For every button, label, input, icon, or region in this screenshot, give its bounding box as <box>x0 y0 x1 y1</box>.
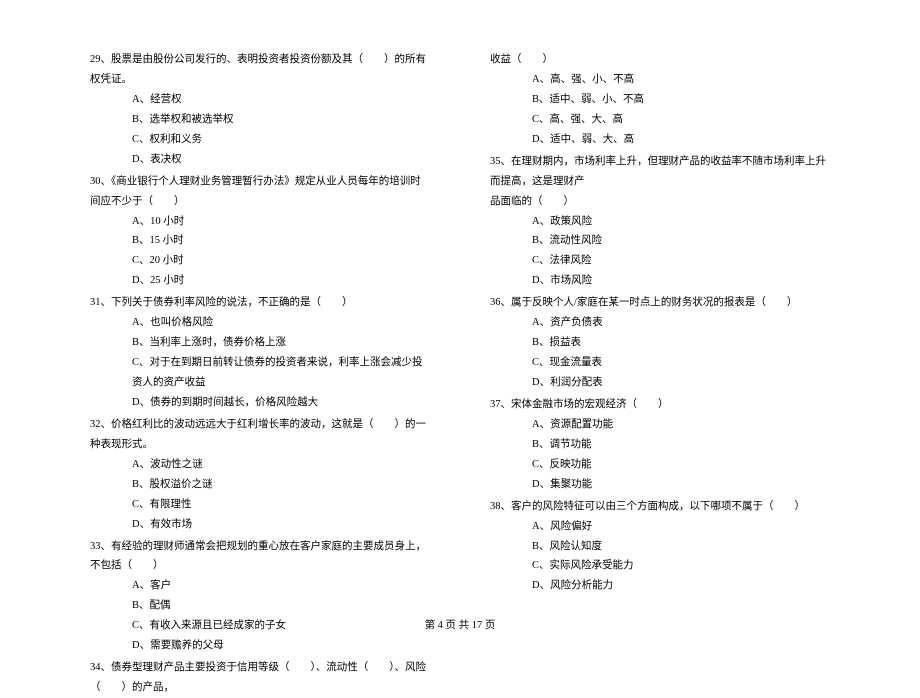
q29-option-d: D、表决权 <box>90 150 430 170</box>
q31-option-a: A、也叫价格风险 <box>90 313 430 333</box>
q33-option-d: D、需要赡养的父母 <box>90 636 430 656</box>
q37-text: 37、宋体金融市场的宏观经济（ ） <box>490 395 830 415</box>
q36-option-a: A、资产负债表 <box>490 313 830 333</box>
left-column: 29、股票是由股份公司发行的、表明投资者投资份额及其（ ）的所有权凭证。 A、经… <box>90 50 430 605</box>
q32-option-d: D、有效市场 <box>90 515 430 535</box>
question-31: 31、下列关于债券利率风险的说法，不正确的是（ ） A、也叫价格风险 B、当利率… <box>90 293 430 413</box>
question-34-continuation: 收益（ ） A、高、强、小、不高 B、适中、弱、小、不高 C、高、强、大、高 D… <box>490 50 830 150</box>
q30-option-c: C、20 小时 <box>90 251 430 271</box>
q35-option-a: A、政策风险 <box>490 212 830 232</box>
question-29: 29、股票是由股份公司发行的、表明投资者投资份额及其（ ）的所有权凭证。 A、经… <box>90 50 430 170</box>
q36-text: 36、属于反映个人/家庭在某一时点上的财务状况的报表是（ ） <box>490 293 830 313</box>
question-30: 30、《商业银行个人理财业务管理暂行办法》规定从业人员每年的培训时间应不少于（ … <box>90 172 430 292</box>
q34-option-a: A、高、强、小、不高 <box>490 70 830 90</box>
content-columns: 29、股票是由股份公司发行的、表明投资者投资份额及其（ ）的所有权凭证。 A、经… <box>90 50 830 605</box>
q29-option-b: B、选举权和被选举权 <box>90 110 430 130</box>
page-footer: 第 4 页 共 17 页 <box>0 617 920 632</box>
q32-option-c: C、有限理性 <box>90 495 430 515</box>
q29-option-a: A、经营权 <box>90 90 430 110</box>
question-32: 32、价格红利比的波动远远大于红利增长率的波动，这就是（ ）的一种表现形式。 A… <box>90 415 430 535</box>
q35-option-b: B、流动性风险 <box>490 231 830 251</box>
q37-option-c: C、反映功能 <box>490 455 830 475</box>
q33-option-a: A、客户 <box>90 576 430 596</box>
q33-option-b: B、配偶 <box>90 596 430 616</box>
q38-option-c: C、实际风险承受能力 <box>490 556 830 576</box>
q36-option-d: D、利润分配表 <box>490 373 830 393</box>
q35-option-c: C、法律风险 <box>490 251 830 271</box>
q38-option-a: A、风险偏好 <box>490 517 830 537</box>
q31-option-b: B、当利率上涨时，债券价格上涨 <box>90 333 430 353</box>
q31-option-c: C、对于在到期日前转让债券的投资者来说，利率上涨会减少投资人的资产收益 <box>90 353 430 393</box>
question-34: 34、债券型理财产品主要投资于信用等级（ ）、流动性（ ）、风险（ ）的产品， <box>90 658 430 698</box>
q32-text: 32、价格红利比的波动远远大于红利增长率的波动，这就是（ ）的一种表现形式。 <box>90 415 430 455</box>
question-36: 36、属于反映个人/家庭在某一时点上的财务状况的报表是（ ） A、资产负债表 B… <box>490 293 830 393</box>
question-37: 37、宋体金融市场的宏观经济（ ） A、资源配置功能 B、调节功能 C、反映功能… <box>490 395 830 495</box>
question-33: 33、有经验的理财师通常会把规划的重心放在客户家庭的主要成员身上，不包括（ ） … <box>90 537 430 657</box>
right-column: 收益（ ） A、高、强、小、不高 B、适中、弱、小、不高 C、高、强、大、高 D… <box>490 50 830 605</box>
q32-option-b: B、股权溢价之谜 <box>90 475 430 495</box>
q37-option-b: B、调节功能 <box>490 435 830 455</box>
q32-option-a: A、波动性之谜 <box>90 455 430 475</box>
q38-text: 38、客户的风险特征可以由三个方面构成，以下哪项不属于（ ） <box>490 497 830 517</box>
q35-text: 35、在理财期内，市场利率上升，但理财产品的收益率不随市场利率上升而提高，这是理… <box>490 152 830 192</box>
q29-option-c: C、权利和义务 <box>90 130 430 150</box>
q31-text: 31、下列关于债券利率风险的说法，不正确的是（ ） <box>90 293 430 313</box>
q38-option-d: D、风险分析能力 <box>490 576 830 596</box>
q34-cont-text: 收益（ ） <box>490 54 553 65</box>
q37-option-d: D、集聚功能 <box>490 475 830 495</box>
q34-text: 34、债券型理财产品主要投资于信用等级（ ）、流动性（ ）、风险（ ）的产品， <box>90 658 430 698</box>
q30-option-b: B、15 小时 <box>90 231 430 251</box>
q36-option-b: B、损益表 <box>490 333 830 353</box>
q31-option-d: D、债券的到期时间越长，价格风险越大 <box>90 393 430 413</box>
q34-option-c: C、高、强、大、高 <box>490 110 830 130</box>
question-35: 35、在理财期内，市场利率上升，但理财产品的收益率不随市场利率上升而提高，这是理… <box>490 152 830 292</box>
q30-option-d: D、25 小时 <box>90 271 430 291</box>
q37-option-a: A、资源配置功能 <box>490 415 830 435</box>
q30-text: 30、《商业银行个人理财业务管理暂行办法》规定从业人员每年的培训时间应不少于（ … <box>90 172 430 212</box>
q34-option-b: B、适中、弱、小、不高 <box>490 90 830 110</box>
q29-text: 29、股票是由股份公司发行的、表明投资者投资份额及其（ ）的所有权凭证。 <box>90 50 430 90</box>
q35-text2: 品面临的（ ） <box>490 192 830 212</box>
q36-option-c: C、现金流量表 <box>490 353 830 373</box>
q34-option-d: D、适中、弱、大、高 <box>490 130 830 150</box>
question-38: 38、客户的风险特征可以由三个方面构成，以下哪项不属于（ ） A、风险偏好 B、… <box>490 497 830 597</box>
q38-option-b: B、风险认知度 <box>490 537 830 557</box>
q33-text: 33、有经验的理财师通常会把规划的重心放在客户家庭的主要成员身上，不包括（ ） <box>90 537 430 577</box>
q35-option-d: D、市场风险 <box>490 271 830 291</box>
q30-option-a: A、10 小时 <box>90 212 430 232</box>
